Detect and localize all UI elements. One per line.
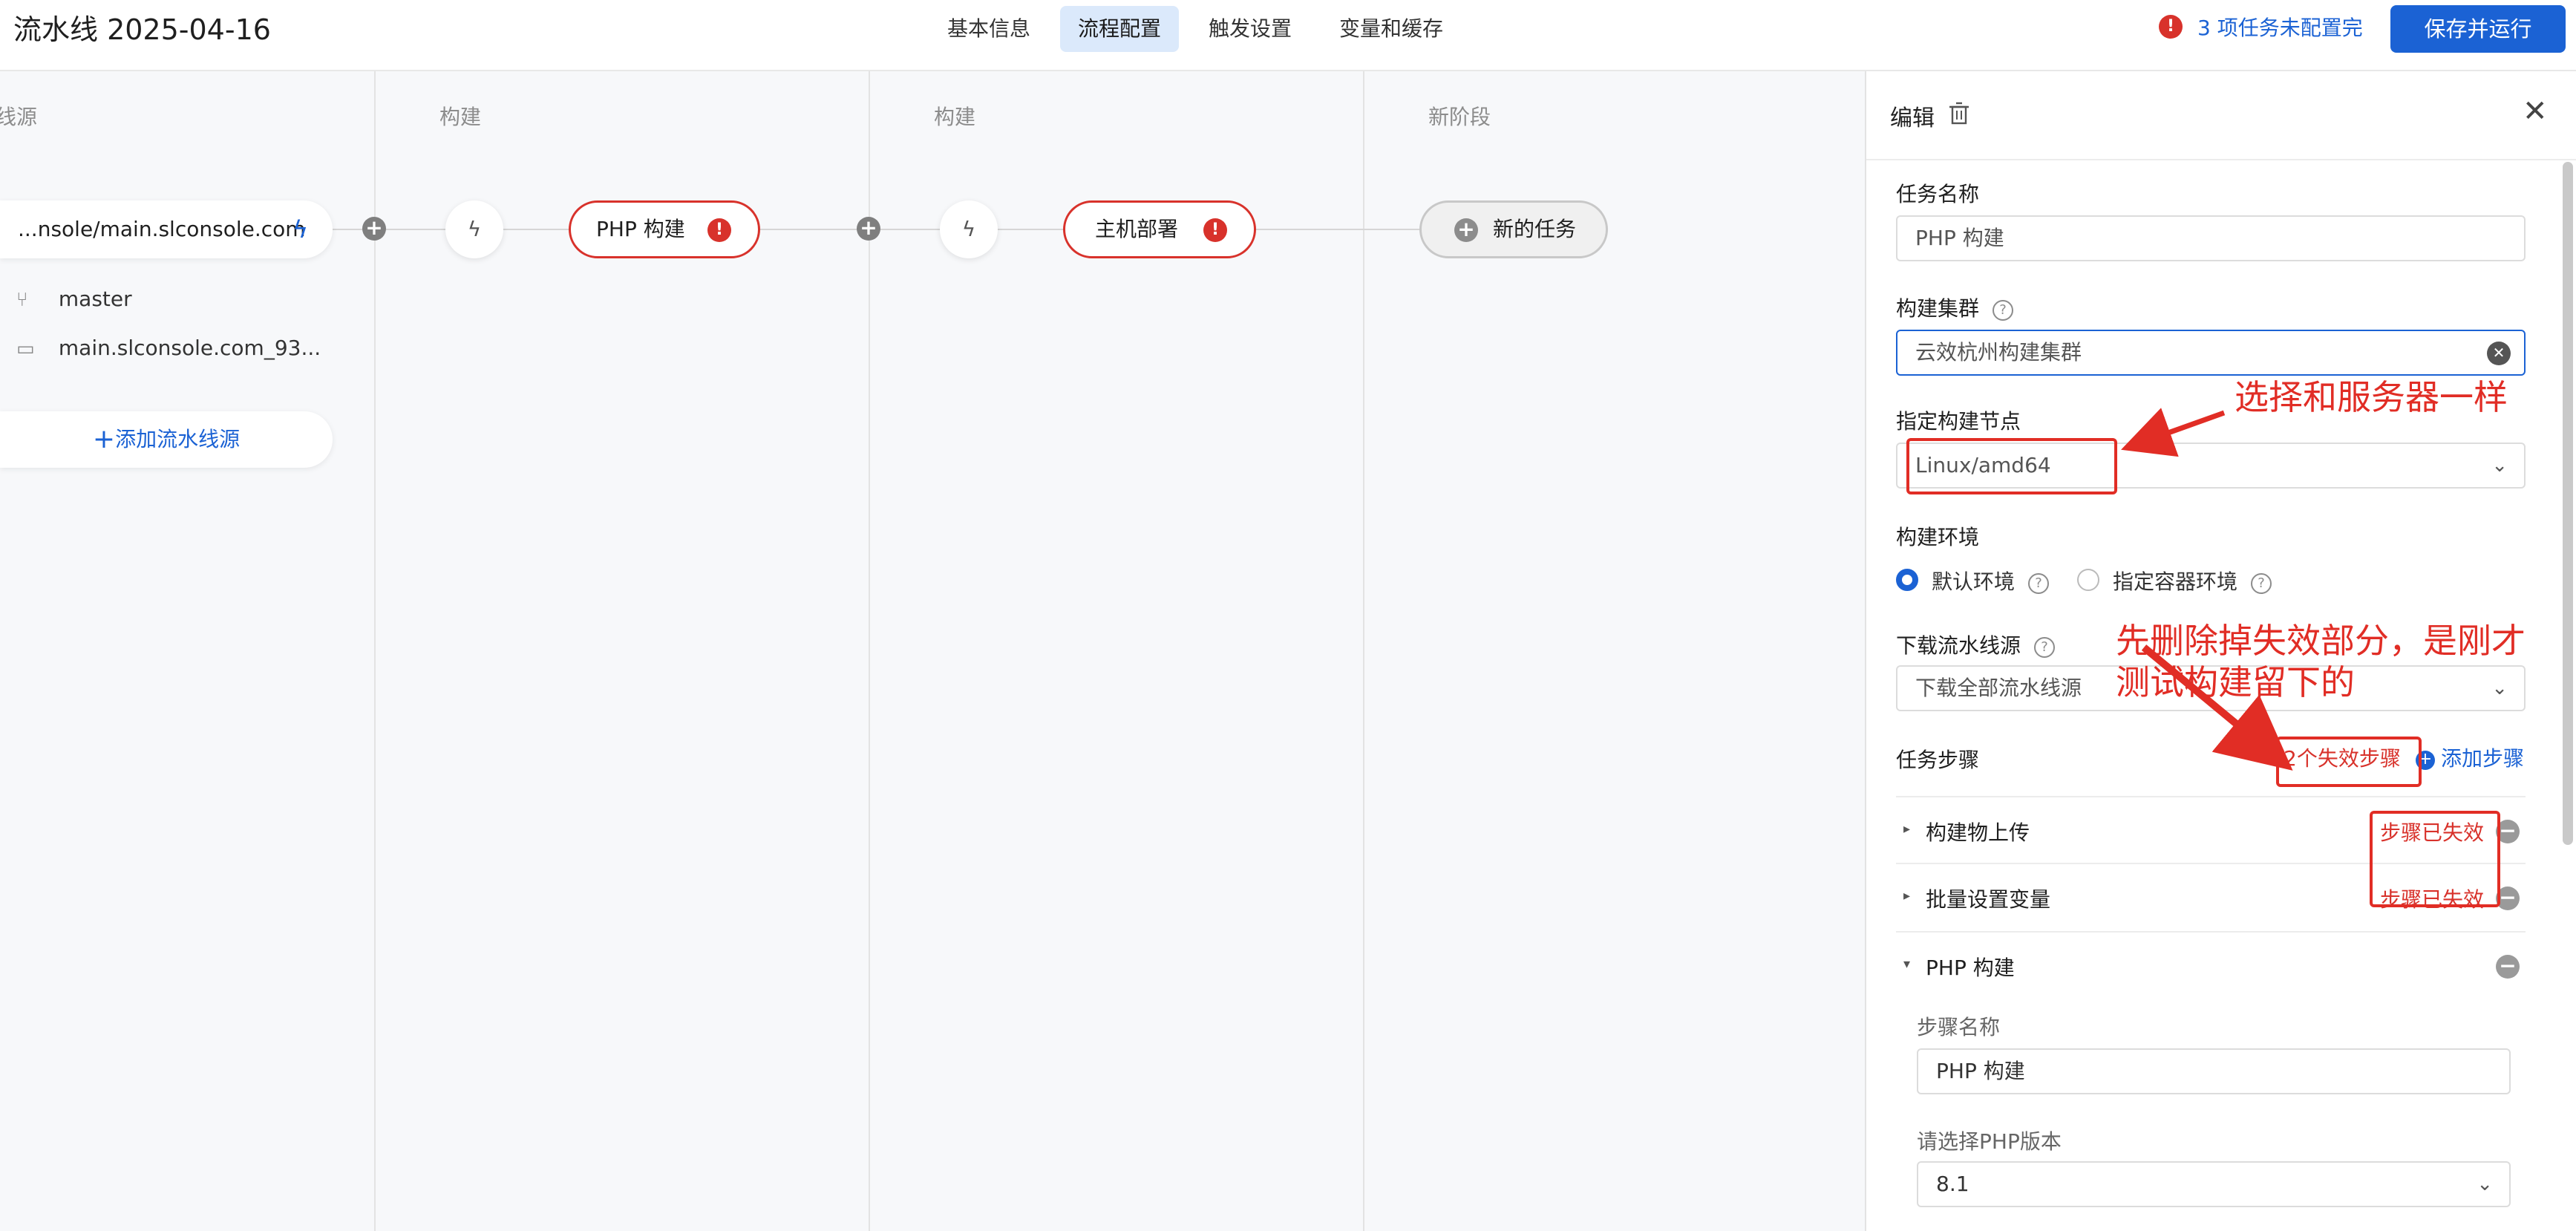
php-version-select[interactable]: 8.1 ⌄ bbox=[1917, 1161, 2511, 1207]
source-repo-name: ...nsole/main.slconsole.com bbox=[18, 217, 306, 241]
job-host-deploy[interactable]: 主机部署 ! bbox=[1063, 200, 1256, 258]
step-name: 批量设置变量 bbox=[1926, 887, 2051, 912]
error-icon: ! bbox=[707, 218, 731, 242]
php-version-label: 请选择PHP版本 bbox=[1917, 1129, 2062, 1154]
caret-right-icon[interactable]: ▸ bbox=[1903, 821, 1910, 837]
step-name: 构建物上传 bbox=[1926, 820, 2030, 845]
stage-divider bbox=[374, 71, 376, 1231]
stage-divider bbox=[869, 71, 870, 1231]
add-stage-icon[interactable]: + bbox=[362, 217, 386, 241]
panel-title: 编辑 bbox=[1890, 105, 1935, 131]
pipeline-source-card[interactable]: ...nsole/main.slconsole.com ϟ bbox=[0, 200, 333, 258]
help-icon[interactable]: ? bbox=[1993, 300, 2014, 321]
source-branch: ⑂ master bbox=[16, 287, 132, 311]
trash-icon[interactable] bbox=[1948, 101, 1970, 126]
task-steps-label: 任务步骤 bbox=[1896, 748, 1980, 772]
radio-container-env[interactable] bbox=[2077, 569, 2099, 591]
help-icon[interactable]: ? bbox=[2028, 573, 2050, 594]
download-source-label-text: 下载流水线源 bbox=[1896, 633, 2021, 658]
caret-right-icon[interactable]: ▸ bbox=[1903, 888, 1910, 904]
annotation-note-delete-line1: 先删除掉失效部分，是刚才 bbox=[2116, 621, 2526, 661]
pipeline-title: 流水线 2025-04-16 bbox=[13, 13, 271, 46]
step-name-label: 步骤名称 bbox=[1917, 1015, 2001, 1039]
stage-title-source: 线源 bbox=[0, 105, 38, 129]
stage-trigger-icon[interactable]: ϟ bbox=[940, 200, 998, 258]
stage-trigger-icon[interactable]: ϟ bbox=[445, 200, 503, 258]
build-cluster-value: 云效杭州构建集群 bbox=[1915, 340, 2082, 365]
build-cluster-select[interactable]: 云效杭州构建集群 ✕ bbox=[1896, 330, 2526, 376]
php-version-value: 8.1 bbox=[1936, 1172, 1969, 1196]
job-label: PHP 构建 bbox=[596, 217, 685, 241]
step-name-input[interactable]: PHP 构建 bbox=[1917, 1048, 2511, 1094]
add-step-button[interactable]: + 添加步骤 bbox=[2416, 742, 2524, 772]
job-php-build[interactable]: PHP 构建 ! bbox=[569, 200, 760, 258]
radio-default-env[interactable] bbox=[1896, 569, 1918, 591]
clear-icon[interactable]: ✕ bbox=[2487, 342, 2511, 365]
chevron-down-icon: ⌄ bbox=[2491, 677, 2508, 699]
pipeline-canvas: 线源 构建 构建 新阶段 ...nsole/main.slconsole.com… bbox=[0, 71, 1865, 1231]
stage-title-new-stage[interactable]: 新阶段 bbox=[1428, 101, 1491, 131]
build-node-label: 指定构建节点 bbox=[1896, 409, 2021, 434]
task-name-label: 任务名称 bbox=[1896, 182, 1980, 206]
remove-step-icon[interactable]: − bbox=[2496, 955, 2520, 979]
new-task-button[interactable]: + 新的任务 bbox=[1419, 200, 1608, 258]
annotation-box-step-status bbox=[2370, 811, 2500, 907]
annotation-note-delete-line2: 测试构建留下的 bbox=[2116, 662, 2355, 702]
annotation-box-node bbox=[1906, 438, 2117, 494]
add-source-label: 添加流水线源 bbox=[115, 427, 241, 451]
download-source-label: 下载流水线源? bbox=[1896, 630, 2056, 659]
new-task-label: 新的任务 bbox=[1493, 217, 1577, 241]
close-icon[interactable]: ✕ bbox=[2523, 97, 2548, 126]
chevron-down-icon: ⌄ bbox=[2477, 1173, 2493, 1195]
build-cluster-label: 构建集群? bbox=[1896, 293, 2014, 322]
container-env-label: 指定容器环境? bbox=[2113, 566, 2272, 595]
build-env-radio-group: 默认环境? 指定容器环境? bbox=[1896, 569, 2526, 598]
default-env-label: 默认环境? bbox=[1932, 566, 2050, 595]
stage-title-build-2: 构建 bbox=[934, 105, 976, 129]
step-name: PHP 构建 bbox=[1926, 956, 2015, 980]
top-bar: 流水线 2025-04-16 基本信息 流程配置 触发设置 变量和缓存 ! 3 … bbox=[0, 0, 2576, 71]
tab-basic-info[interactable]: 基本信息 bbox=[929, 6, 1048, 52]
folder-name: main.slconsole.com_93... bbox=[58, 336, 321, 360]
build-cluster-label-text: 构建集群 bbox=[1896, 296, 1980, 321]
branch-name: master bbox=[58, 287, 132, 311]
build-env-label: 构建环境 bbox=[1896, 525, 1980, 549]
tab-variables-cache[interactable]: 变量和缓存 bbox=[1321, 6, 1461, 52]
panel-scrollbar[interactable] bbox=[2563, 162, 2573, 845]
help-icon[interactable]: ? bbox=[2251, 573, 2272, 594]
panel-header: 编辑 ✕ bbox=[1866, 71, 2576, 160]
branch-icon: ⑂ bbox=[16, 289, 28, 311]
source-folder: ▭ main.slconsole.com_93... bbox=[16, 336, 321, 360]
unconfigured-tasks-link[interactable]: 3 项任务未配置完 bbox=[2197, 10, 2363, 46]
chevron-down-icon: ⌄ bbox=[2491, 454, 2508, 477]
error-icon: ! bbox=[1203, 218, 1227, 242]
step-row-php-build[interactable]: ▾ PHP 构建 − bbox=[1896, 933, 2526, 1001]
plus-icon: + bbox=[1454, 218, 1478, 242]
lightning-icon[interactable]: ϟ bbox=[292, 200, 308, 258]
add-stage-icon[interactable]: + bbox=[857, 217, 880, 241]
task-name-input[interactable]: PHP 构建 bbox=[1896, 215, 2526, 261]
annotation-note-node: 选择和服务器一样 bbox=[2235, 377, 2508, 417]
plus-icon: + bbox=[92, 424, 116, 454]
add-pipeline-source-button[interactable]: +添加流水线源 bbox=[0, 411, 333, 468]
help-icon[interactable]: ? bbox=[2034, 637, 2056, 658]
annotation-box-invalid-steps bbox=[2276, 737, 2422, 787]
download-source-value: 下载全部流水线源 bbox=[1915, 676, 2082, 700]
tab-process-config[interactable]: 流程配置 bbox=[1060, 6, 1180, 52]
save-and-run-button[interactable]: 保存并运行 bbox=[2390, 5, 2566, 53]
caret-down-icon[interactable]: ▾ bbox=[1903, 956, 1910, 972]
stage-title-build-1: 构建 bbox=[439, 105, 482, 129]
warning-icon: ! bbox=[2159, 15, 2183, 39]
add-step-label: 添加步骤 bbox=[2441, 746, 2525, 771]
folder-icon: ▭ bbox=[16, 338, 35, 360]
stage-divider bbox=[1363, 71, 1364, 1231]
job-label: 主机部署 bbox=[1095, 217, 1179, 241]
tab-trigger-settings[interactable]: 触发设置 bbox=[1191, 6, 1310, 52]
